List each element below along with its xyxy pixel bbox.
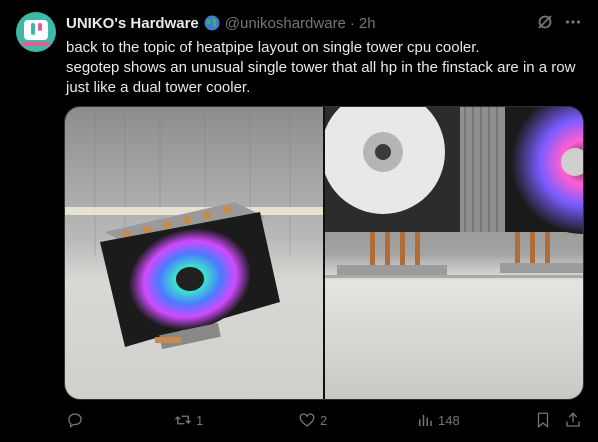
separator: · (349, 14, 355, 32)
header-icons (536, 13, 582, 31)
like-count: 2 (320, 412, 328, 428)
like-button[interactable]: 2 (298, 410, 327, 430)
bookmark-icon (537, 412, 549, 428)
grok-icon[interactable] (536, 13, 554, 31)
view-count: 148 (438, 412, 460, 428)
more-icon[interactable] (564, 13, 582, 31)
handle[interactable]: @unikoshardware (225, 15, 346, 32)
tweet-text-line: back to the topic of heatpipe layout on … (66, 39, 480, 56)
display-name[interactable]: UNIKO's Hardware (66, 15, 199, 32)
uniko-logo-icon (24, 20, 48, 40)
reply-button[interactable] (66, 410, 88, 430)
tweet-actions: 1 2 148 (66, 410, 582, 430)
avatar[interactable] (16, 12, 56, 52)
tweet-header: UNIKO's Hardware @unikoshardware · 2h (66, 13, 582, 33)
tweet-text-line: segotep shows an unusual single tower th… (66, 59, 576, 76)
share-button[interactable] (564, 410, 582, 430)
globe-icon (204, 15, 220, 31)
views-button[interactable]: 148 (416, 410, 460, 430)
cooler-photo-rgb-fan[interactable] (65, 107, 323, 399)
timestamp[interactable]: 2h (359, 15, 376, 32)
tweet-text-line: just like a dual tower cooler. (66, 79, 251, 96)
tweet-text: back to the topic of heatpipe layout on … (66, 38, 586, 98)
logo-tag (22, 42, 50, 46)
share-icon (566, 412, 580, 427)
retweet-button[interactable]: 1 (174, 410, 203, 430)
media-gallery[interactable] (64, 106, 584, 400)
reply-icon (68, 413, 82, 428)
retweet-icon (175, 415, 191, 425)
heart-icon (299, 413, 315, 427)
bookmark-button[interactable] (534, 410, 552, 430)
retweet-count: 1 (196, 412, 204, 428)
cooler-photo-heatpipes-closeup[interactable] (325, 107, 583, 399)
tweet[interactable]: UNIKO's Hardware @unikoshardware · 2h ba… (0, 0, 598, 442)
analytics-icon (419, 414, 432, 426)
